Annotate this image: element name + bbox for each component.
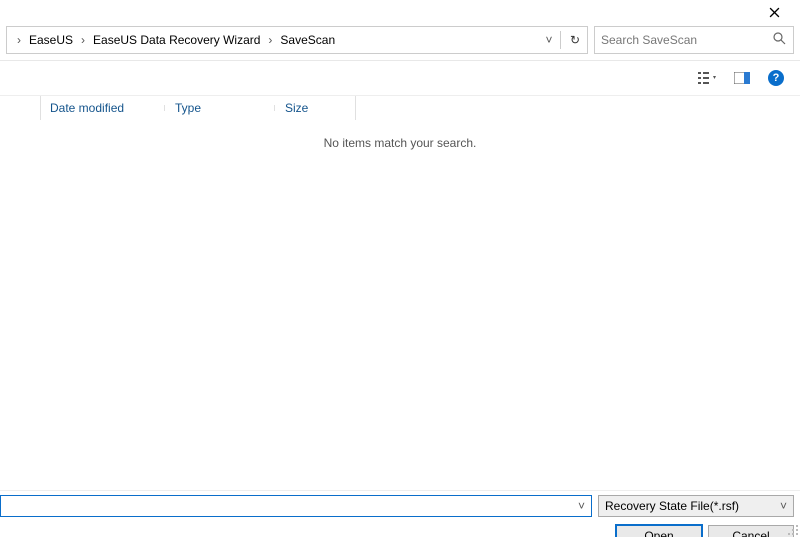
- breadcrumb[interactable]: › EaseUS › EaseUS Data Recovery Wizard ›…: [6, 26, 588, 54]
- open-button[interactable]: Open: [616, 525, 702, 537]
- column-date-modified[interactable]: Date modified: [40, 101, 165, 115]
- chevron-right-icon: ›: [75, 33, 91, 47]
- breadcrumb-item[interactable]: EaseUS: [27, 33, 75, 47]
- breadcrumb-item[interactable]: EaseUS Data Recovery Wizard: [91, 33, 262, 47]
- column-headers: Date modified Type Size: [40, 96, 355, 120]
- breadcrumb-item[interactable]: SaveScan: [278, 33, 337, 47]
- empty-message: No items match your search.: [0, 136, 800, 150]
- cancel-button[interactable]: Cancel: [708, 525, 794, 537]
- toolbar: ?: [0, 61, 800, 95]
- filetype-label: Recovery State File(*.rsf): [605, 499, 739, 513]
- search-icon: [773, 32, 787, 48]
- breadcrumb-dropdown[interactable]: ˅: [540, 33, 558, 47]
- search-placeholder: Search SaveScan: [601, 33, 773, 47]
- filetype-select[interactable]: Recovery State File(*.rsf) ˅: [598, 495, 794, 517]
- filename-row: ˅ Recovery State File(*.rsf) ˅: [0, 491, 800, 523]
- preview-pane-button[interactable]: [728, 67, 756, 89]
- titlebar: [0, 0, 800, 24]
- help-icon: ?: [768, 70, 784, 86]
- close-icon[interactable]: [754, 0, 794, 24]
- divider: [560, 31, 561, 49]
- filename-dropdown[interactable]: ˅: [572, 499, 591, 513]
- filename-input[interactable]: ˅: [0, 495, 592, 517]
- refresh-icon[interactable]: ↻: [563, 33, 587, 47]
- chevron-down-icon: ˅: [774, 499, 793, 513]
- search-input[interactable]: Search SaveScan: [594, 26, 794, 54]
- help-button[interactable]: ?: [762, 67, 790, 89]
- address-row: › EaseUS › EaseUS Data Recovery Wizard ›…: [6, 26, 794, 54]
- column-type[interactable]: Type: [165, 101, 275, 115]
- view-options-button[interactable]: [694, 67, 722, 89]
- chevron-right-icon: ›: [262, 33, 278, 47]
- column-size[interactable]: Size: [275, 101, 355, 115]
- chevron-right-icon: ›: [11, 33, 27, 47]
- file-list-area: Date modified Type Size No items match y…: [0, 95, 800, 491]
- column-divider: [355, 96, 356, 120]
- button-row: Open Cancel: [0, 523, 800, 537]
- resize-grip[interactable]: [787, 524, 799, 536]
